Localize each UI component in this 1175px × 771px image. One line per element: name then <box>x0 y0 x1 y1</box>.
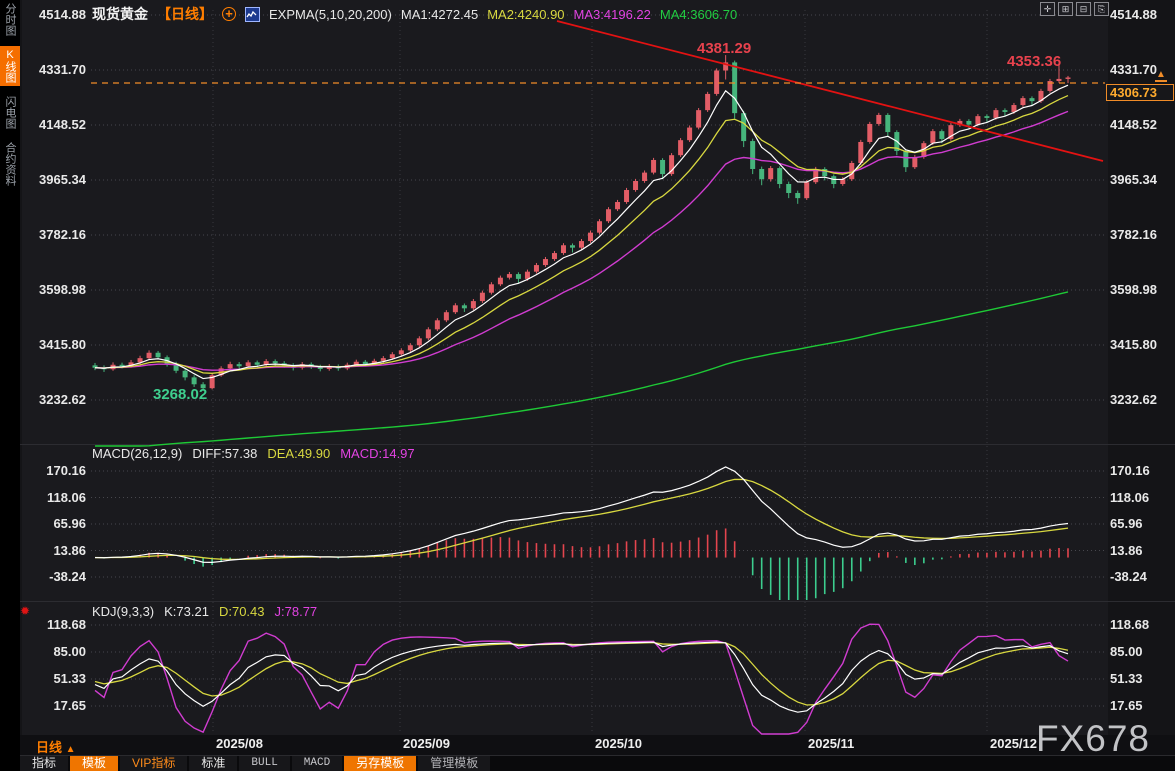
macd-value: MACD:14.97 <box>340 446 415 461</box>
tab-macd[interactable]: MACD <box>291 756 343 771</box>
kdj-d-value: D:70.43 <box>218 604 265 619</box>
kdj-panel-header: KDJ(9,3,3) K:73.21 D:70.43 J:78.77 <box>92 604 317 619</box>
tab-manage-template[interactable]: 管理模板 <box>418 756 491 771</box>
tab-vip-indicators[interactable]: VIP指标 <box>120 756 188 771</box>
bottom-toolbar: 指标 模板 VIP指标 标准 BULL MACD 另存模板 管理模板 <box>20 755 1175 771</box>
last-price-badge: 4306.73 <box>1106 84 1174 101</box>
trading-app-window: 分时图 K线图 闪电图 合约资料 现货黄金 【日线】 + EXPMA(5,10,… <box>0 0 1175 771</box>
period-tag[interactable]: 【日线】 <box>157 4 213 24</box>
ma2-value: MA2:4240.90 <box>487 6 565 22</box>
latest-price-arrow-icon[interactable]: ▲ <box>1155 70 1167 82</box>
macd-panel-header: MACD(26,12,9) DIFF:57.38 DEA:49.90 MACD:… <box>92 446 415 461</box>
tab-indicators[interactable]: 指标 <box>20 756 69 771</box>
tab-template[interactable]: 模板 <box>70 756 119 771</box>
kdj-k-value: K:73.21 <box>164 604 209 619</box>
macd-diff-value: DIFF:57.38 <box>192 446 258 461</box>
indicator-settings-icon[interactable]: ✹ <box>20 604 30 618</box>
swing-low-annotation: 3268.02 <box>153 386 208 403</box>
fx678-watermark: FX678 <box>1036 718 1151 759</box>
pane-split-icon[interactable]: ⊟ <box>1076 2 1091 16</box>
chart-header: 现货黄金 【日线】 + EXPMA(5,10,20,200) MA1:4272.… <box>92 5 737 23</box>
chart-toolbar-icons: ✛ ⊞ ⊟ ⎘ <box>1040 2 1109 16</box>
sidebar: 分时图 K线图 闪电图 合约资料 <box>0 0 20 771</box>
chart-type-icon[interactable] <box>245 6 260 22</box>
sidebar-item-contract-info[interactable]: 合约资料 <box>0 139 20 189</box>
macd-title: MACD(26,12,9) <box>92 446 183 461</box>
kdj-title: KDJ(9,3,3) <box>92 604 155 619</box>
tab-save-template[interactable]: 另存模板 <box>344 756 417 771</box>
tab-bull[interactable]: BULL <box>239 756 290 771</box>
ma1-value: MA1:4272.45 <box>400 6 479 22</box>
ma3-value: MA3:4196.22 <box>573 6 651 22</box>
recent-high-annotation: 4353.36 <box>1007 53 1062 70</box>
timeline-row <box>20 735 1175 755</box>
period-arrow-icon: ▲ <box>65 744 76 755</box>
pane-exit-icon[interactable]: ⎘ <box>1094 2 1109 16</box>
sidebar-item-lightning[interactable]: 闪电图 <box>0 93 20 132</box>
tab-standard[interactable]: 标准 <box>189 756 238 771</box>
expma-label: EXPMA(5,10,20,200) <box>269 6 392 22</box>
ma4-value: MA4:3606.70 <box>659 6 738 22</box>
symbol-name: 现货黄金 <box>92 6 148 22</box>
sidebar-item-kline[interactable]: K线图 <box>0 46 20 86</box>
period-selector[interactable]: 日线 ▲ <box>36 737 76 756</box>
kdj-j-value: J:78.77 <box>274 604 318 619</box>
peak-high-annotation: 4381.29 <box>697 40 752 57</box>
add-indicator-icon[interactable]: + <box>222 7 236 21</box>
macd-dea-value: DEA:49.90 <box>267 446 331 461</box>
pane-maximize-icon[interactable]: ⊞ <box>1058 2 1073 16</box>
period-text: 日线 <box>36 740 63 755</box>
sidebar-item-timeshare[interactable]: 分时图 <box>0 0 20 39</box>
move-icon[interactable]: ✛ <box>1040 2 1055 16</box>
